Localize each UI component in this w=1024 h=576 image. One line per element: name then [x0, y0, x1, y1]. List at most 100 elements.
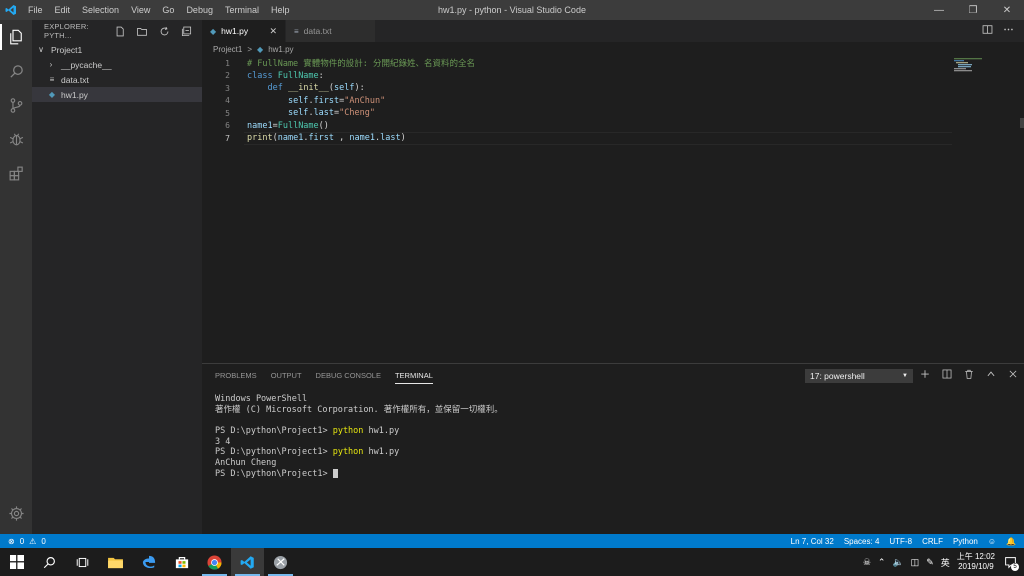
terminal-prompt: PS D:\python\Project1>	[215, 468, 333, 479]
plus-icon	[920, 370, 929, 378]
terminal-select[interactable]: 17: powershell ▼	[805, 369, 913, 383]
chrome-icon	[207, 554, 222, 570]
tree-item[interactable]: › __pycache__	[32, 57, 202, 72]
new-terminal-button[interactable]	[919, 369, 930, 384]
code-text: self.last="Cheng"	[247, 108, 375, 118]
notification-count: 5	[1011, 563, 1019, 571]
ime-indicator[interactable]: 英	[941, 556, 950, 569]
new-folder-button[interactable]	[134, 24, 150, 38]
folder-icon	[108, 557, 123, 568]
indentation[interactable]: Spaces: 4	[844, 537, 880, 546]
terminal-line: AnChun Cheng	[215, 458, 503, 469]
code-line: 1 # FullName 實體物件的設計: 分開紀錄姓、名資料的全名	[202, 57, 475, 70]
clock[interactable]: 上午 12:02 2019/10/9	[957, 552, 995, 572]
menu-file[interactable]: File	[22, 0, 49, 20]
terminal-output[interactable]: Windows PowerShell 著作權 (C) Microsoft Corp…	[215, 394, 503, 480]
search-button[interactable]	[0, 54, 32, 88]
title-bar: File Edit Selection View Go Debug Terminal Help…	[0, 0, 1024, 20]
tab-hw1-py[interactable]: ◆ hw1.py ✕	[202, 20, 286, 42]
breadcrumb-file[interactable]: hw1.py	[268, 45, 293, 54]
collapse-all-button[interactable]	[178, 24, 194, 38]
kill-terminal-button[interactable]	[963, 369, 974, 384]
panel-tab-terminal[interactable]: TERMINAL	[394, 369, 433, 384]
code-text: self.first="AnChun"	[247, 96, 385, 106]
terminal-command: python	[332, 447, 364, 458]
notifications-bell-icon[interactable]: 🔔	[1006, 537, 1016, 546]
panel-tab-problems[interactable]: PROBLEMS	[215, 364, 257, 388]
debug-button[interactable]	[0, 122, 32, 156]
editor-scrollbar[interactable]	[1020, 118, 1024, 128]
manage-button[interactable]	[0, 496, 32, 530]
split-terminal-icon	[942, 369, 951, 379]
store-taskbar-button[interactable]	[165, 548, 198, 576]
tab-data-txt[interactable]: ≡ data.txt	[286, 20, 376, 42]
breadcrumb-folder[interactable]: Project1	[213, 45, 242, 54]
terminal-text: Windows PowerShell	[215, 394, 308, 404]
volume-icon[interactable]: 🔈	[892, 557, 903, 568]
pen-workspace-icon[interactable]: ✎	[926, 557, 934, 568]
dropdown-arrow-icon: ▼	[902, 373, 908, 379]
code-text: def __init__(self):	[247, 83, 364, 93]
cursor-position[interactable]: Ln 7, Col 32	[791, 537, 834, 546]
code-token: "Cheng"	[339, 108, 375, 119]
tree-item[interactable]: ◆ hw1.py	[32, 87, 202, 102]
snipping-tool-taskbar-button[interactable]	[264, 548, 297, 576]
menu-debug[interactable]: Debug	[180, 0, 219, 20]
terminal-line: PS D:\python\Project1> python hw1.py	[215, 447, 503, 458]
show-hidden-icons-chevron-up-icon[interactable]: ⌃	[878, 557, 886, 568]
task-view-button[interactable]	[66, 548, 99, 576]
menu-selection[interactable]: Selection	[76, 0, 125, 20]
maximize-panel-button[interactable]	[985, 369, 996, 384]
close-panel-button[interactable]	[1007, 369, 1018, 384]
problems-indicator[interactable]: ⊗ 0 ⚠ 0	[0, 537, 46, 546]
tree-item-label: __pycache__	[61, 59, 112, 70]
extensions-button[interactable]	[0, 156, 32, 190]
start-button[interactable]	[0, 548, 33, 576]
edge-taskbar-button[interactable]	[132, 548, 165, 576]
close-tab-icon[interactable]: ✕	[269, 26, 277, 37]
search-icon	[43, 556, 55, 568]
panel-actions	[919, 369, 1018, 384]
source-control-button[interactable]	[0, 88, 32, 122]
code-token: first	[308, 133, 335, 144]
language-mode[interactable]: Python	[953, 537, 978, 546]
code-token: :	[318, 70, 324, 81]
restore-button[interactable]: ❐	[956, 0, 990, 20]
encoding[interactable]: UTF-8	[889, 537, 912, 546]
tree-item[interactable]: ∨ Project1	[32, 42, 202, 57]
menu-edit[interactable]: Edit	[49, 0, 77, 20]
terminal-line: 著作權 (C) Microsoft Corporation. 著作權所有，並保留…	[215, 405, 503, 416]
action-center-button[interactable]: 5	[1002, 554, 1019, 571]
explorer-button[interactable]	[0, 20, 32, 54]
feedback-smiley-icon[interactable]: ☺	[988, 537, 996, 546]
panel-tab-debug-console[interactable]: DEBUG CONSOLE	[316, 364, 381, 388]
menu-view[interactable]: View	[125, 0, 156, 20]
menu-help[interactable]: Help	[265, 0, 296, 20]
menu-go[interactable]: Go	[156, 0, 180, 20]
code-token: last	[380, 133, 401, 144]
line-ending[interactable]: CRLF	[922, 537, 943, 546]
panel-tab-output[interactable]: OUTPUT	[271, 364, 302, 388]
python-file-icon: ◆	[210, 26, 217, 36]
menu-terminal[interactable]: Terminal	[219, 0, 265, 20]
minimize-button[interactable]: —	[922, 0, 956, 20]
file-tree: ∨ Project1 › __pycache__ ≡ data.txt ◆ hw1.py	[32, 42, 202, 102]
file-explorer-taskbar-button[interactable]	[99, 548, 132, 576]
new-file-button[interactable]	[112, 24, 128, 38]
split-editor-button[interactable]	[982, 24, 993, 38]
chrome-taskbar-button[interactable]	[198, 548, 231, 576]
network-icon[interactable]: ◫	[911, 557, 920, 568]
taskbar-search-button[interactable]	[33, 548, 66, 576]
vscode-taskbar-button[interactable]	[231, 548, 264, 576]
more-actions-button[interactable]	[1003, 24, 1014, 38]
tree-item[interactable]: ≡ data.txt	[32, 72, 202, 87]
tree-item-label: Project1	[51, 44, 83, 55]
close-window-button[interactable]: ✕	[990, 0, 1024, 20]
refresh-button[interactable]	[156, 24, 172, 38]
code-editor[interactable]: 1 # FullName 實體物件的設計: 分開紀錄姓、名資料的全名 2 class …	[202, 56, 1024, 363]
split-terminal-button[interactable]	[941, 369, 952, 384]
minimap[interactable]	[952, 56, 1012, 96]
people-icon[interactable]: ☠	[863, 557, 871, 568]
line-number: 3	[225, 83, 230, 93]
files-icon	[10, 29, 22, 45]
